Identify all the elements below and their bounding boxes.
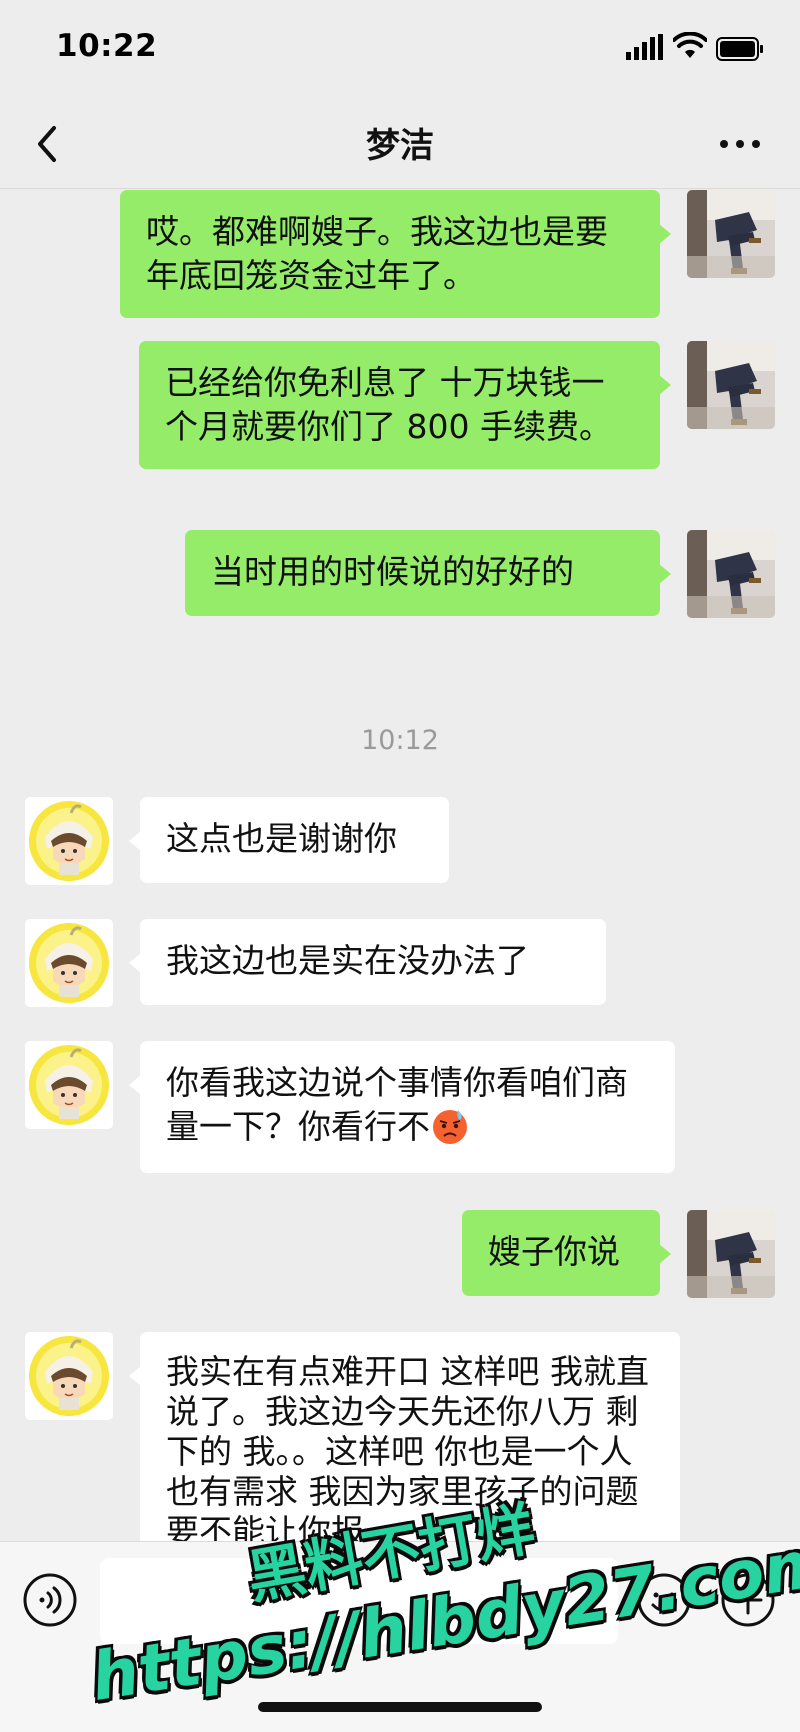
message-bubble[interactable]: 我实在有点难开口 这样吧 我就直说了。我这边今天先还你八万 剩下的 我。。这样吧… — [129, 1332, 680, 1541]
message-sent: 哎。都难啊嫂子。我这边也是要年底回笼资金过年了。 — [0, 189, 800, 319]
message-bubble[interactable]: 这点也是谢谢你 — [129, 797, 449, 883]
more-options-icon[interactable] — [716, 130, 764, 158]
avatar-contact[interactable] — [25, 797, 113, 885]
avatar-me[interactable] — [687, 530, 775, 618]
chat-header: 梦洁 — [0, 100, 800, 189]
chat-message-list[interactable]: 哎。都难啊嫂子。我这边也是要年底回笼资金过年了。 已经给你免利息了 十万块钱一个… — [0, 189, 800, 1541]
status-bar: 10:22 — [0, 0, 800, 100]
avatar-me[interactable] — [687, 190, 775, 278]
message-bubble[interactable]: 已经给你免利息了 十万块钱一个月就要你们了 800 手续费。 — [139, 341, 671, 469]
message-received: 我这边也是实在没办法了 — [0, 919, 800, 1009]
battery-icon — [716, 37, 763, 61]
cellular-signal-icon — [626, 34, 663, 60]
message-bubble[interactable]: 当时用的时候说的好好的 — [185, 530, 671, 616]
message-bubble[interactable]: 我这边也是实在没办法了 — [129, 919, 606, 1005]
message-bubble[interactable]: 嫂子你说 — [462, 1210, 671, 1296]
avatar-me[interactable] — [687, 341, 775, 429]
emoji-icon[interactable] — [636, 1572, 692, 1628]
plus-icon[interactable] — [720, 1572, 776, 1628]
voice-input-icon[interactable] — [22, 1572, 78, 1628]
message-text: 你看我这边说个事情你看咱们商量一下？你看行不 — [166, 1063, 628, 1146]
worried-face-emoji-icon — [433, 1110, 467, 1144]
chat-title: 梦洁 — [366, 126, 434, 166]
message-received: 我实在有点难开口 这样吧 我就直说了。我这边今天先还你八万 剩下的 我。。这样吧… — [0, 1332, 800, 1541]
chat-input-bar — [0, 1541, 800, 1732]
message-input[interactable] — [100, 1558, 618, 1644]
message-received: 这点也是谢谢你 — [0, 797, 800, 887]
message-sent: 已经给你免利息了 十万块钱一个月就要你们了 800 手续费。 — [0, 341, 800, 521]
avatar-contact[interactable] — [25, 919, 113, 1007]
home-indicator — [258, 1702, 542, 1712]
message-timestamp: 10:12 — [361, 725, 439, 756]
avatar-me[interactable] — [687, 1210, 775, 1298]
message-sent: 嫂子你说 — [0, 1210, 800, 1300]
message-sent: 当时用的时候说的好好的 — [0, 530, 800, 620]
wifi-icon — [673, 32, 707, 58]
message-bubble[interactable]: 哎。都难啊嫂子。我这边也是要年底回笼资金过年了。 — [120, 190, 671, 318]
avatar-contact[interactable] — [25, 1041, 113, 1129]
message-bubble[interactable]: 你看我这边说个事情你看咱们商量一下？你看行不 — [129, 1041, 675, 1173]
message-received: 你看我这边说个事情你看咱们商量一下？你看行不 — [0, 1041, 800, 1181]
avatar-contact[interactable] — [25, 1332, 113, 1420]
status-time: 10:22 — [56, 28, 158, 64]
